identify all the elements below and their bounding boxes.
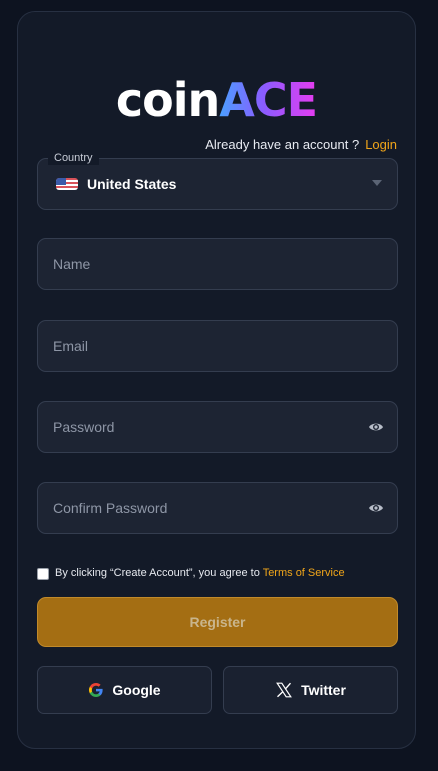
chevron-down-icon[interactable] — [372, 180, 382, 186]
terms-text: By clicking “Create Account”, you agree … — [55, 565, 345, 581]
logo-coin: coin — [115, 73, 220, 127]
terms-checkbox[interactable] — [37, 568, 49, 580]
email-placeholder: Email — [53, 338, 89, 354]
eye-icon[interactable] — [368, 419, 384, 435]
login-link[interactable]: Login — [365, 137, 397, 152]
us-flag-icon — [56, 178, 78, 190]
confirm-password-placeholder: Confirm Password — [53, 500, 168, 516]
google-label: Google — [112, 682, 161, 698]
password-input[interactable]: Password — [37, 401, 398, 453]
twitter-label: Twitter — [301, 682, 346, 698]
register-card: coinACE Already have an account ? Login C… — [17, 11, 416, 749]
password-placeholder: Password — [53, 419, 115, 435]
signin-prompt-text: Already have an account ? — [205, 137, 360, 152]
google-icon — [89, 683, 103, 697]
logo-ace: ACE — [219, 73, 318, 127]
terms-of-service-link[interactable]: Terms of Service — [263, 567, 345, 579]
register-button[interactable]: Register — [37, 597, 398, 647]
country-value: United States — [87, 176, 177, 192]
twitter-button[interactable]: Twitter — [223, 666, 398, 714]
coinace-logo: coinACE — [18, 72, 415, 128]
google-button[interactable]: Google — [37, 666, 212, 714]
terms-label: By clicking “Create Account”, you agree … — [55, 567, 263, 579]
signin-prompt: Already have an account ? Login — [205, 137, 397, 152]
confirm-password-input[interactable]: Confirm Password — [37, 482, 398, 534]
name-input[interactable]: Name — [37, 238, 398, 290]
terms-row: By clicking “Create Account”, you agree … — [37, 565, 407, 581]
country-select[interactable]: Country United States — [37, 151, 398, 210]
name-placeholder: Name — [53, 256, 91, 272]
x-twitter-icon — [276, 682, 292, 698]
email-input[interactable]: Email — [37, 320, 398, 372]
eye-icon[interactable] — [368, 500, 384, 516]
